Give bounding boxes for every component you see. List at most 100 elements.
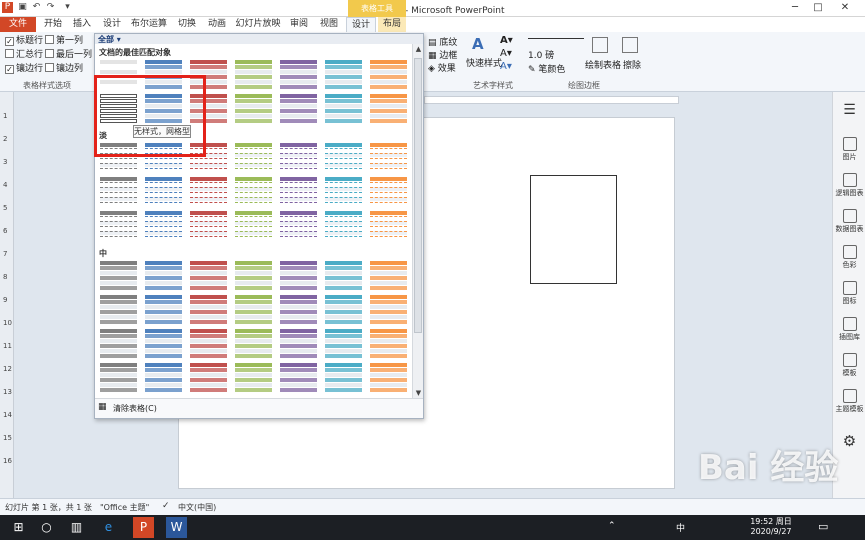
- table-style-tile[interactable]: [100, 261, 137, 290]
- table-style-tile[interactable]: [190, 329, 227, 358]
- table-style-tile[interactable]: [235, 143, 272, 172]
- table-style-tile[interactable]: [145, 211, 182, 240]
- table-style-tile[interactable]: [280, 211, 317, 240]
- notification-icon[interactable]: ▭: [818, 520, 828, 533]
- tab-file[interactable]: 文件: [0, 17, 36, 32]
- table-style-tile[interactable]: [190, 177, 227, 206]
- table-style-tile[interactable]: [370, 329, 407, 358]
- panel-item[interactable]: 模板: [833, 353, 865, 378]
- table-style-tile[interactable]: [325, 211, 362, 240]
- tab-table-design[interactable]: 设计: [346, 17, 376, 32]
- table-style-tile[interactable]: [325, 261, 362, 290]
- scroll-down-icon[interactable]: ▼: [413, 388, 424, 398]
- tab-transitions[interactable]: 切换: [175, 17, 199, 32]
- table-style-tile[interactable]: [325, 329, 362, 358]
- table-style-tile[interactable]: [325, 143, 362, 172]
- text-fill-icon[interactable]: A▾: [500, 35, 513, 46]
- table-style-tile[interactable]: [325, 60, 362, 89]
- edge-browser-icon[interactable]: e: [98, 517, 119, 538]
- table-style-tile[interactable]: [370, 143, 407, 172]
- pen-color-button[interactable]: ✎ 笔颜色: [528, 62, 565, 75]
- table-style-tile[interactable]: [370, 261, 407, 290]
- scroll-up-icon[interactable]: ▲: [413, 44, 424, 54]
- task-view-icon[interactable]: ▥: [66, 517, 87, 538]
- table-style-tile[interactable]: [325, 177, 362, 206]
- effect-button[interactable]: ◈ 效果: [428, 61, 456, 74]
- windows-start-icon[interactable]: ⊞: [8, 517, 29, 538]
- panel-item[interactable]: 色彩: [833, 245, 865, 270]
- pen-weight-select[interactable]: 1.0 磅: [528, 48, 554, 61]
- table-style-tile[interactable]: [280, 261, 317, 290]
- clock[interactable]: 19:52 周日 2020/9/27: [748, 517, 794, 537]
- option-first-column[interactable]: 第一列: [45, 35, 83, 47]
- ime-indicator[interactable]: 中: [676, 521, 685, 534]
- table-style-tile[interactable]: [280, 94, 317, 123]
- table-style-tile[interactable]: [145, 363, 182, 392]
- clear-table-button[interactable]: ▦ 清除表格(C): [95, 398, 423, 418]
- tab-home[interactable]: 开始: [41, 17, 65, 32]
- panel-item[interactable]: 数据图表: [833, 209, 865, 234]
- tab-review[interactable]: 审阅: [287, 17, 311, 32]
- table-style-tile[interactable]: [325, 295, 362, 324]
- table-style-tile[interactable]: [370, 94, 407, 123]
- gallery-scrollbar[interactable]: ▲ ▼: [412, 44, 423, 398]
- tab-table-layout[interactable]: 布局: [378, 17, 406, 32]
- table-style-tile[interactable]: [145, 295, 182, 324]
- tab-design[interactable]: 设计: [100, 17, 124, 32]
- option-total-row[interactable]: 汇总行: [5, 49, 43, 61]
- table-shape[interactable]: [530, 175, 617, 284]
- table-style-tile[interactable]: [100, 177, 137, 206]
- tab-boolean[interactable]: 布尔运算: [128, 17, 170, 32]
- tab-animations[interactable]: 动画: [205, 17, 229, 32]
- table-style-tile[interactable]: [190, 363, 227, 392]
- shading-button[interactable]: ▤ 底纹: [428, 35, 457, 48]
- table-style-tile[interactable]: [280, 363, 317, 392]
- option-banded-rows[interactable]: ✓ 镶边行: [5, 63, 43, 75]
- search-icon[interactable]: ○: [36, 517, 57, 538]
- tab-slideshow[interactable]: 幻灯片放映: [235, 17, 281, 32]
- text-outline-icon[interactable]: A▾: [500, 48, 512, 59]
- table-style-tile[interactable]: [145, 177, 182, 206]
- table-style-tile[interactable]: [235, 60, 272, 89]
- minimize-icon[interactable]: ─: [785, 1, 805, 15]
- table-style-tile[interactable]: [280, 295, 317, 324]
- powerpoint-taskbar-icon[interactable]: P: [133, 517, 154, 538]
- table-style-tile[interactable]: [370, 363, 407, 392]
- table-style-tile[interactable]: [280, 329, 317, 358]
- maximize-icon[interactable]: □: [808, 1, 828, 15]
- border-button[interactable]: ▦ 边框: [428, 48, 457, 61]
- close-icon[interactable]: ✕: [835, 1, 855, 15]
- tray-chevron-icon[interactable]: ⌃: [608, 521, 616, 531]
- scroll-thumb[interactable]: [414, 58, 422, 333]
- table-style-tile[interactable]: [235, 295, 272, 324]
- table-style-tile[interactable]: [325, 363, 362, 392]
- table-style-tile[interactable]: [100, 211, 137, 240]
- table-style-tile[interactable]: [235, 363, 272, 392]
- panel-item[interactable]: 图片: [833, 137, 865, 162]
- table-style-tile[interactable]: [235, 211, 272, 240]
- table-style-tile[interactable]: [190, 261, 227, 290]
- table-style-tile[interactable]: [280, 60, 317, 89]
- quick-style-button[interactable]: 快速样式: [466, 56, 502, 69]
- panel-item[interactable]: 图标: [833, 281, 865, 306]
- panel-collapse-icon[interactable]: ☰: [833, 102, 865, 118]
- tab-insert[interactable]: 插入: [70, 17, 94, 32]
- option-last-column[interactable]: 最后一列: [45, 49, 92, 61]
- table-style-tile[interactable]: [325, 94, 362, 123]
- table-style-tile[interactable]: [235, 177, 272, 206]
- option-banded-columns[interactable]: 镶边列: [45, 63, 83, 75]
- tab-view[interactable]: 视图: [316, 17, 342, 32]
- table-style-tile[interactable]: [235, 329, 272, 358]
- text-effect-icon[interactable]: A▾: [500, 61, 512, 72]
- table-style-tile[interactable]: [235, 94, 272, 123]
- panel-item[interactable]: 主题模板: [833, 389, 865, 414]
- table-style-tile[interactable]: [145, 261, 182, 290]
- table-style-tile[interactable]: [100, 295, 137, 324]
- eraser-button[interactable]: 擦除: [623, 58, 641, 71]
- table-style-tile[interactable]: [190, 295, 227, 324]
- draw-table-button[interactable]: 绘制表格: [585, 58, 621, 71]
- table-style-tile[interactable]: [145, 329, 182, 358]
- table-style-tile[interactable]: [370, 177, 407, 206]
- table-style-tile[interactable]: [280, 177, 317, 206]
- table-style-tile[interactable]: [370, 295, 407, 324]
